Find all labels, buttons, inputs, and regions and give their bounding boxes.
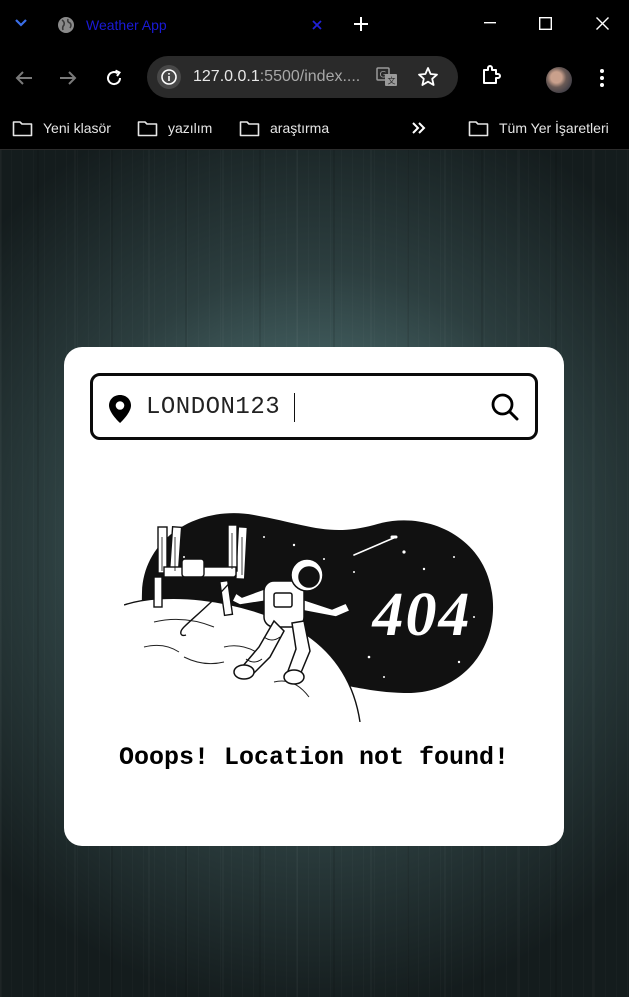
folder-icon bbox=[12, 120, 33, 136]
url-text: 127.0.0.1:5500/index.... bbox=[193, 68, 360, 86]
bookmark-label: araştırma bbox=[270, 120, 330, 136]
astronaut-404-illustration: 404 bbox=[124, 513, 494, 722]
text-caret bbox=[294, 393, 295, 422]
more-bookmarks-button[interactable] bbox=[407, 116, 431, 140]
folder-icon bbox=[239, 120, 260, 136]
tab-title: Weather App bbox=[86, 17, 167, 33]
close-tab-button[interactable] bbox=[308, 16, 326, 34]
reload-button[interactable] bbox=[99, 63, 129, 93]
minimize-icon bbox=[484, 22, 496, 24]
profile-avatar[interactable] bbox=[546, 67, 572, 93]
back-button[interactable] bbox=[9, 63, 39, 93]
search-icon bbox=[491, 393, 519, 421]
extensions-button[interactable] bbox=[478, 62, 504, 88]
globe-icon bbox=[58, 17, 74, 33]
more-vert-icon bbox=[600, 69, 604, 87]
close-icon bbox=[312, 20, 322, 30]
arrow-left-icon bbox=[15, 71, 32, 85]
bookmark-folder-yazilim[interactable]: yazılım bbox=[137, 115, 212, 141]
location-pin-icon bbox=[109, 395, 131, 423]
tab-strip: Weather App bbox=[0, 0, 629, 47]
bookmark-label: Tüm Yer İşaretleri bbox=[499, 120, 609, 136]
arrow-right-icon bbox=[60, 71, 77, 85]
bookmark-folder-arastirma[interactable]: araştırma bbox=[239, 115, 329, 141]
search-box bbox=[90, 373, 538, 440]
bookmark-folder-yeni-klasor[interactable]: Yeni klasör bbox=[12, 115, 111, 141]
double-chevron-right-icon bbox=[412, 122, 426, 134]
new-tab-button[interactable] bbox=[348, 12, 374, 36]
address-bar[interactable]: 127.0.0.1:5500/index.... G 文 bbox=[147, 56, 458, 98]
close-window-button[interactable] bbox=[587, 9, 617, 37]
bookmark-star-icon[interactable] bbox=[417, 66, 439, 88]
translate-icon[interactable]: G 文 bbox=[376, 67, 398, 87]
reload-icon bbox=[107, 69, 122, 86]
site-info-button[interactable] bbox=[157, 65, 181, 89]
folder-icon bbox=[137, 120, 158, 136]
bookmarks-bar: Yeni klasör yazılım araştırma Tüm Yer İş… bbox=[0, 107, 629, 150]
url-path: :5500/index.... bbox=[259, 68, 361, 85]
maximize-button[interactable] bbox=[530, 9, 560, 37]
svg-text:文: 文 bbox=[388, 76, 396, 86]
bookmark-label: yazılım bbox=[168, 120, 213, 136]
url-host: 127.0.0.1 bbox=[193, 68, 260, 85]
minimize-button[interactable] bbox=[475, 9, 505, 37]
forward-button[interactable] bbox=[53, 63, 83, 93]
not-found-message: Ooops! Location not found! bbox=[118, 743, 510, 772]
close-icon bbox=[595, 16, 609, 30]
browser-toolbar: 127.0.0.1:5500/index.... G 文 bbox=[0, 47, 629, 107]
location-search-input[interactable] bbox=[146, 386, 476, 428]
bookmark-label: Yeni klasör bbox=[43, 120, 111, 136]
maximize-icon bbox=[538, 16, 552, 30]
page-viewport: 404 Ooops! Location not found! bbox=[0, 150, 629, 997]
tab-search-button[interactable] bbox=[8, 10, 34, 36]
chevron-down-icon bbox=[15, 19, 27, 27]
weather-card: 404 Ooops! Location not found! bbox=[64, 347, 564, 846]
error-code-text: 404 bbox=[372, 581, 472, 649]
info-icon bbox=[161, 69, 177, 85]
search-button[interactable] bbox=[489, 391, 521, 423]
puzzle-icon bbox=[483, 65, 501, 84]
plus-icon bbox=[354, 17, 368, 31]
folder-icon bbox=[468, 120, 489, 136]
browser-menu-button[interactable] bbox=[592, 65, 612, 91]
all-bookmarks-button[interactable]: Tüm Yer İşaretleri bbox=[468, 115, 609, 141]
tab-weather-app[interactable]: Weather App bbox=[44, 6, 336, 44]
